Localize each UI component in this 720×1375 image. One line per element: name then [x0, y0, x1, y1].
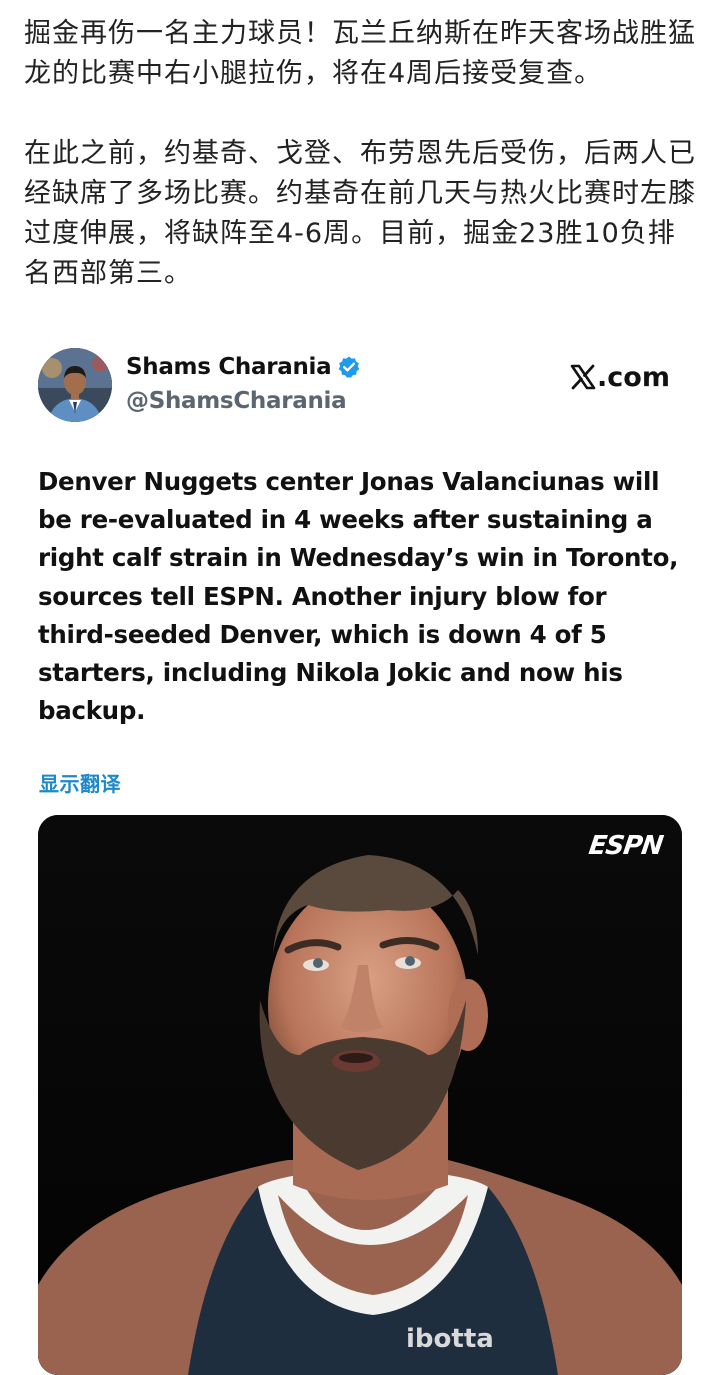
source-link[interactable]: .com [570, 360, 670, 393]
author-handle[interactable]: @ShamsCharania [126, 388, 347, 414]
player-photo: ibotta [38, 815, 682, 1375]
article-paragraph-1: 掘金再伤一名主力球员！瓦兰丘纳斯在昨天客场战胜猛龙的比赛中右小腿拉伤，将在4周后… [24, 18, 696, 89]
x-logo-icon [570, 364, 596, 390]
source-domain[interactable]: .com [597, 362, 670, 393]
tweet-header[interactable]: Shams Charania @ShamsCharania .com [38, 348, 678, 428]
author-name-row[interactable]: Shams Charania [126, 354, 361, 380]
jersey-sponsor-text: ibotta [406, 1324, 494, 1354]
tweet-media-image[interactable]: ibotta ESPN [38, 815, 682, 1375]
tweet-text: Denver Nuggets center Jonas Valanciunas … [38, 467, 679, 726]
show-translation-link[interactable]: 显示翻译 [39, 768, 121, 797]
author-name[interactable]: Shams Charania [126, 354, 332, 380]
article-paragraph-2: 在此之前，约基奇、戈登、布劳恩先后受伤，后两人已经缺席了多场比赛。约基奇在前几天… [24, 138, 696, 289]
espn-watermark-logo: ESPN [586, 831, 665, 861]
author-avatar[interactable] [38, 348, 112, 422]
verified-badge-icon [337, 355, 361, 379]
article-text: 掘金再伤一名主力球员！瓦兰丘纳斯在昨天客场战胜猛龙的比赛中右小腿拉伤，将在4周后… [24, 14, 696, 294]
